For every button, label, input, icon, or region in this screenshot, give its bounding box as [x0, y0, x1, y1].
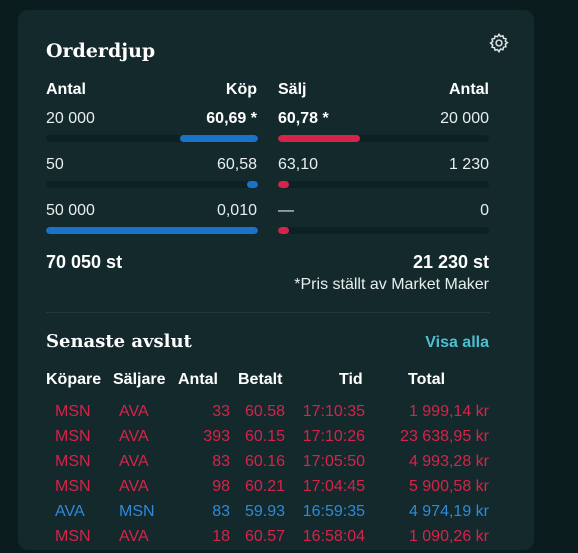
trade-time: 17:10:26: [302, 428, 365, 445]
trade-total: 23 638,95 kr: [400, 428, 489, 445]
trade-total: 1 090,26 kr: [408, 528, 489, 545]
trade-row: AVA MSN 83 59.93 16:59:35 4 974,19 kr: [0, 503, 578, 528]
trade-time: 17:05:50: [302, 453, 365, 470]
trade-price: 60.15: [244, 428, 285, 445]
trade-seller: AVA: [119, 478, 149, 495]
trade-price: 60.57: [244, 528, 285, 545]
buy-depth-bar: [46, 227, 258, 234]
order-sell-qty: 1 230: [448, 156, 489, 173]
sell-depth-fill: [278, 135, 361, 142]
trade-buyer: MSN: [55, 453, 91, 470]
sell-depth-bar: [278, 181, 489, 188]
trade-row: MSN AVA 83 60.16 17:05:50 4 993,28 kr: [0, 453, 578, 478]
trade-total: 4 993,28 kr: [408, 453, 489, 470]
trade-time: 17:04:45: [302, 478, 365, 495]
trade-qty: 98: [212, 478, 230, 495]
trade-seller: AVA: [119, 428, 149, 445]
trade-qty: 33: [212, 403, 230, 420]
order-buy-qty: 50: [46, 156, 64, 173]
trade-price: 60.21: [244, 478, 285, 495]
header-sell-qty: Antal: [449, 81, 489, 98]
divider: [46, 312, 490, 313]
gear-icon[interactable]: [488, 32, 510, 54]
trade-qty: 83: [212, 503, 230, 520]
view-all-link[interactable]: Visa alla: [425, 334, 489, 352]
header-buy-price: Köp: [225, 81, 257, 98]
sell-depth-fill: [278, 227, 289, 234]
trade-seller: AVA: [119, 403, 149, 420]
trade-seller: AVA: [119, 528, 149, 545]
trade-time: 17:10:35: [302, 403, 365, 420]
market-maker-note: *Pris ställt av Market Maker: [294, 276, 489, 293]
col-price: Betalt: [238, 371, 283, 388]
total-sell: 21 230 st: [412, 252, 489, 272]
trade-buyer: MSN: [55, 428, 91, 445]
trade-buyer: AVA: [55, 503, 85, 520]
sell-depth-bar: [278, 227, 489, 234]
col-total: Total: [408, 371, 446, 388]
order-sell-qty: 20 000: [440, 110, 489, 127]
col-buyer: Köpare: [46, 371, 102, 388]
trade-row: MSN AVA 393 60.15 17:10:26 23 638,95 kr: [0, 428, 578, 453]
trade-total: 5 900,58 kr: [408, 478, 489, 495]
col-seller: Säljare: [113, 371, 166, 388]
buy-depth-bar: [46, 181, 258, 188]
trade-seller: MSN: [119, 503, 155, 520]
order-sell-price: 60,78 *: [278, 110, 329, 127]
order-sell-qty: 0: [480, 202, 489, 219]
buy-depth-fill: [46, 227, 258, 234]
order-buy-price: 0,010: [216, 202, 257, 219]
trade-seller: AVA: [119, 453, 149, 470]
trade-qty: 83: [212, 453, 230, 470]
trade-price: 59.93: [244, 503, 285, 520]
sell-depth-fill: [278, 181, 289, 188]
trade-total: 4 974,19 kr: [408, 503, 489, 520]
order-buy-qty: 50 000: [46, 202, 95, 219]
trade-row: MSN AVA 98 60.21 17:04:45 5 900,58 kr: [0, 478, 578, 503]
order-buy-price: 60,58: [216, 156, 257, 173]
buy-depth-bar: [46, 135, 258, 142]
trade-qty: 18: [212, 528, 230, 545]
trade-row: MSN AVA 33 60.58 17:10:35 1 999,14 kr: [0, 403, 578, 428]
orderbook-title: Orderdjup: [46, 40, 156, 62]
trade-qty: 393: [203, 428, 230, 445]
order-sell-price: 63,10: [278, 156, 319, 173]
order-sell-price: —: [278, 202, 294, 219]
trade-time: 16:59:35: [302, 503, 365, 520]
col-qty: Antal: [178, 371, 218, 388]
header-buy-qty: Antal: [46, 81, 86, 98]
trade-buyer: MSN: [55, 478, 91, 495]
col-time: Tid: [339, 371, 363, 388]
header-sell-price: Sälj: [278, 81, 307, 98]
total-buy: 70 050 st: [46, 252, 123, 272]
trade-time: 16:58:04: [302, 528, 365, 545]
trade-row: MSN AVA 18 60.57 16:58:04 1 090,26 kr: [0, 528, 578, 553]
trade-total: 1 999,14 kr: [408, 403, 489, 420]
order-buy-qty: 20 000: [46, 110, 95, 127]
trade-buyer: MSN: [55, 528, 91, 545]
trades-title: Senaste avslut: [46, 331, 192, 352]
trade-price: 60.16: [244, 453, 285, 470]
buy-depth-fill: [179, 135, 258, 142]
buy-depth-fill: [247, 181, 258, 188]
sell-depth-bar: [278, 135, 489, 142]
trade-price: 60.58: [244, 403, 285, 420]
order-buy-price: 60,69 *: [206, 110, 257, 127]
trade-buyer: MSN: [55, 403, 91, 420]
